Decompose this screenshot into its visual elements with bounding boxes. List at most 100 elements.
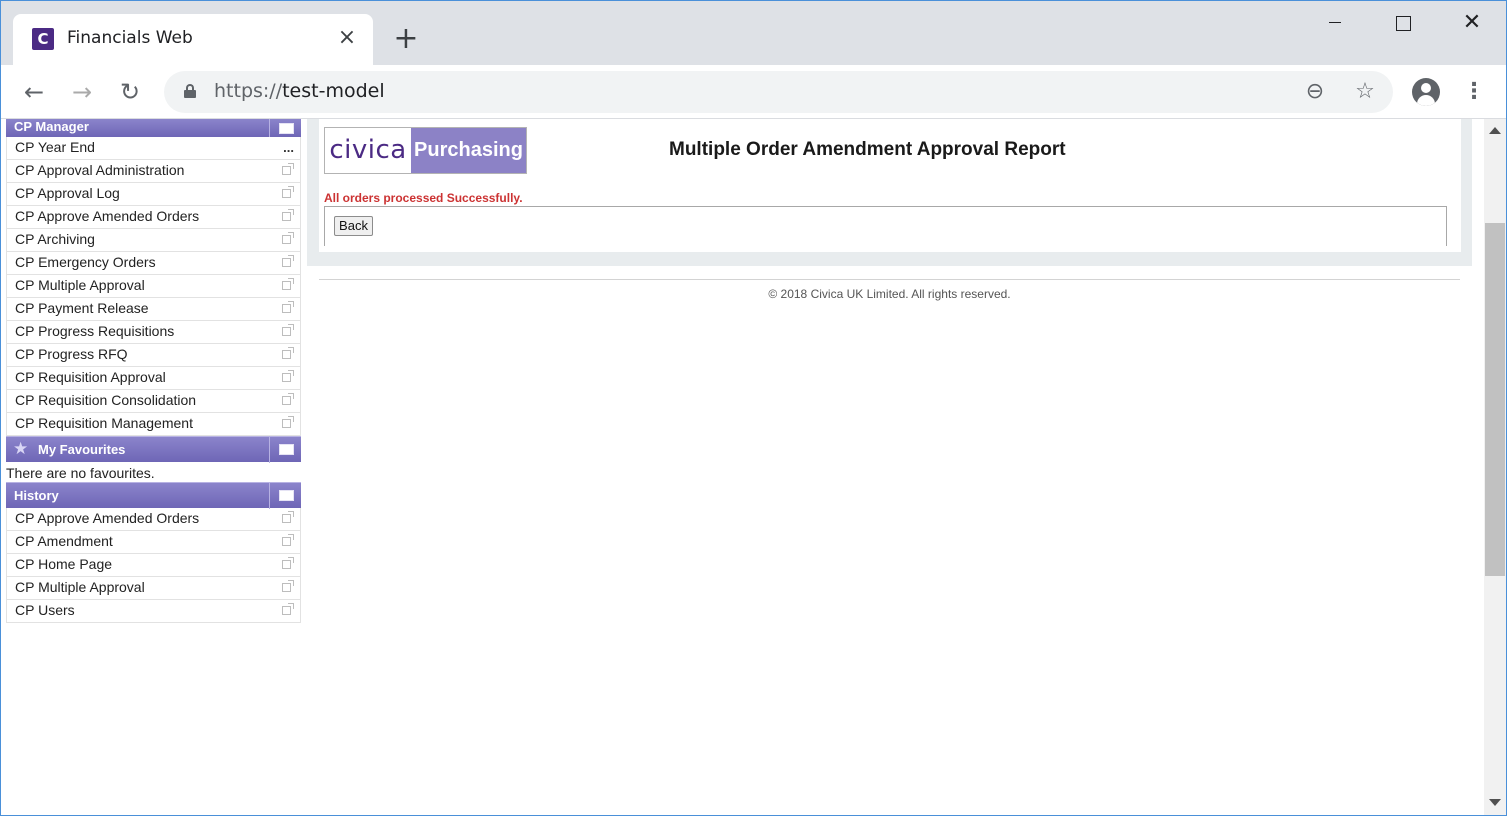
sidebar-item-label: CP Approval Administration [15,162,185,178]
panel-collapse-icon[interactable] [269,437,301,463]
sidebar-item-label: CP Emergency Orders [15,254,156,270]
sidebar-item-cp-archiving[interactable]: CP Archiving [7,229,300,252]
history-item-cp-multiple-approval[interactable]: CP Multiple Approval [7,577,300,600]
panel-collapse-icon[interactable] [269,483,301,509]
civica-purchasing-logo: civica Purchasing [324,127,527,174]
sidebar-item-cp-approval-administration[interactable]: CP Approval Administration [7,160,300,183]
sidebar: CP Manager CP Year End... CP Approval Ad… [6,119,301,623]
zoom-out-icon[interactable]: ⊖ [1302,79,1328,105]
sidebar-item-cp-payment-release[interactable]: CP Payment Release [7,298,300,321]
panel-collapse-icon[interactable] [269,119,301,137]
back-button[interactable]: Back [334,216,373,236]
external-link-icon[interactable] [282,301,294,313]
external-link-icon[interactable] [282,557,294,569]
external-link-icon[interactable] [282,163,294,175]
history-item-cp-approve-amended-orders[interactable]: CP Approve Amended Orders [7,508,300,531]
sidebar-item-label: CP Requisition Approval [15,369,166,385]
history-item-label: CP Amendment [15,533,113,549]
sidebar-item-cp-requisition-approval[interactable]: CP Requisition Approval [7,367,300,390]
main-content: civica Purchasing Multiple Order Amendme… [307,119,1472,266]
cp-manager-menu: CP Year End... CP Approval Administratio… [6,137,301,436]
success-message: All orders processed Successfully. [324,191,523,205]
history-item-label: CP Approve Amended Orders [15,510,200,526]
address-bar[interactable]: https://test-model ⊖ ☆ [164,71,1393,113]
url-text[interactable]: https://test-model [214,80,385,102]
external-link-icon[interactable] [282,209,294,221]
sidebar-item-cp-progress-rfq[interactable]: CP Progress RFQ [7,344,300,367]
scroll-down-arrow-icon[interactable] [1489,799,1501,806]
reload-icon[interactable]: ↻ [114,76,146,108]
page-viewport: CP Manager CP Year End... CP Approval Ad… [1,119,1484,815]
external-link-icon[interactable] [282,370,294,382]
sidebar-item-label: CP Approve Amended Orders [15,208,200,224]
new-tab-icon[interactable]: + [392,24,420,54]
browser-toolbar: ← → ↻ https://test-model ⊖ ☆ ⋮ [0,65,1507,119]
external-link-icon[interactable] [282,580,294,592]
history-item-cp-users[interactable]: CP Users [7,600,300,623]
external-link-icon[interactable] [282,416,294,428]
sidebar-item-cp-progress-requisitions[interactable]: CP Progress Requisitions [7,321,300,344]
sidebar-item-label: CP Requisition Consolidation [15,392,197,408]
page-title: Multiple Order Amendment Approval Report [669,139,1066,160]
history-item-cp-home-page[interactable]: CP Home Page [7,554,300,577]
sidebar-item-cp-approve-amended-orders[interactable]: CP Approve Amended Orders [7,206,300,229]
browser-tabstrip: C Financials Web × + ✕ [0,0,1507,65]
profile-avatar-icon[interactable] [1412,78,1440,106]
forward-arrow-icon[interactable]: → [66,76,98,108]
scroll-up-arrow-icon[interactable] [1489,127,1501,134]
star-icon: ★ [13,439,29,459]
action-panel: Back [324,206,1447,246]
sidebar-item-cp-multiple-approval[interactable]: CP Multiple Approval [7,275,300,298]
civica-favicon-icon: C [32,28,54,50]
report-card: civica Purchasing Multiple Order Amendme… [319,119,1461,252]
external-link-icon[interactable] [282,511,294,523]
bookmark-star-icon[interactable]: ☆ [1352,79,1378,105]
sidebar-item-label: CP Multiple Approval [15,277,145,293]
external-link-icon[interactable] [282,278,294,290]
url-scheme: https:// [214,80,283,102]
ellipsis-icon[interactable]: ... [283,137,294,158]
external-link-icon[interactable] [282,347,294,359]
external-link-icon[interactable] [282,603,294,615]
sidebar-item-label: CP Payment Release [15,300,149,316]
cp-manager-title: CP Manager [14,119,89,134]
sidebar-item-label: CP Approval Log [15,185,120,201]
cp-manager-header: CP Manager [6,119,301,137]
window-minimize-button[interactable] [1313,8,1357,38]
tab-title: Financials Web [67,28,193,48]
external-link-icon[interactable] [282,255,294,267]
external-link-icon[interactable] [282,186,294,198]
url-host: test-model [282,80,385,102]
scrollbar-thumb[interactable] [1485,223,1505,576]
sidebar-item-cp-requisition-management[interactable]: CP Requisition Management [7,413,300,436]
logo-purchasing-text: Purchasing [411,128,526,173]
tab-close-icon[interactable]: × [335,26,359,50]
history-item-cp-amendment[interactable]: CP Amendment [7,531,300,554]
external-link-icon[interactable] [282,232,294,244]
footer-divider [319,279,1460,280]
external-link-icon[interactable] [282,393,294,405]
browser-tab-financials-web[interactable]: C Financials Web × [13,14,373,65]
sidebar-item-cp-year-end[interactable]: CP Year End... [7,137,300,160]
logo-civica-text: civica [329,135,407,165]
window-maximize-button[interactable] [1381,8,1425,38]
footer-copyright: © 2018 Civica UK Limited. All rights res… [768,287,1011,301]
kebab-menu-icon[interactable]: ⋮ [1462,78,1486,106]
my-favourites-header: ★ My Favourites [6,436,301,463]
lock-icon[interactable] [184,84,196,98]
sidebar-item-label: CP Archiving [15,231,95,247]
sidebar-item-label: CP Progress Requisitions [15,323,175,339]
external-link-icon[interactable] [282,324,294,336]
window-close-button[interactable]: ✕ [1450,8,1494,38]
external-link-icon[interactable] [282,534,294,546]
history-item-label: CP Multiple Approval [15,579,145,595]
sidebar-item-label: CP Year End [15,139,95,155]
history-menu: CP Approve Amended Orders CP Amendment C… [6,508,301,623]
history-title: History [14,488,59,503]
sidebar-item-cp-requisition-consolidation[interactable]: CP Requisition Consolidation [7,390,300,413]
sidebar-item-cp-emergency-orders[interactable]: CP Emergency Orders [7,252,300,275]
history-header: History [6,482,301,509]
sidebar-item-cp-approval-log[interactable]: CP Approval Log [7,183,300,206]
back-arrow-icon[interactable]: ← [18,76,50,108]
vertical-scrollbar[interactable] [1484,119,1506,815]
